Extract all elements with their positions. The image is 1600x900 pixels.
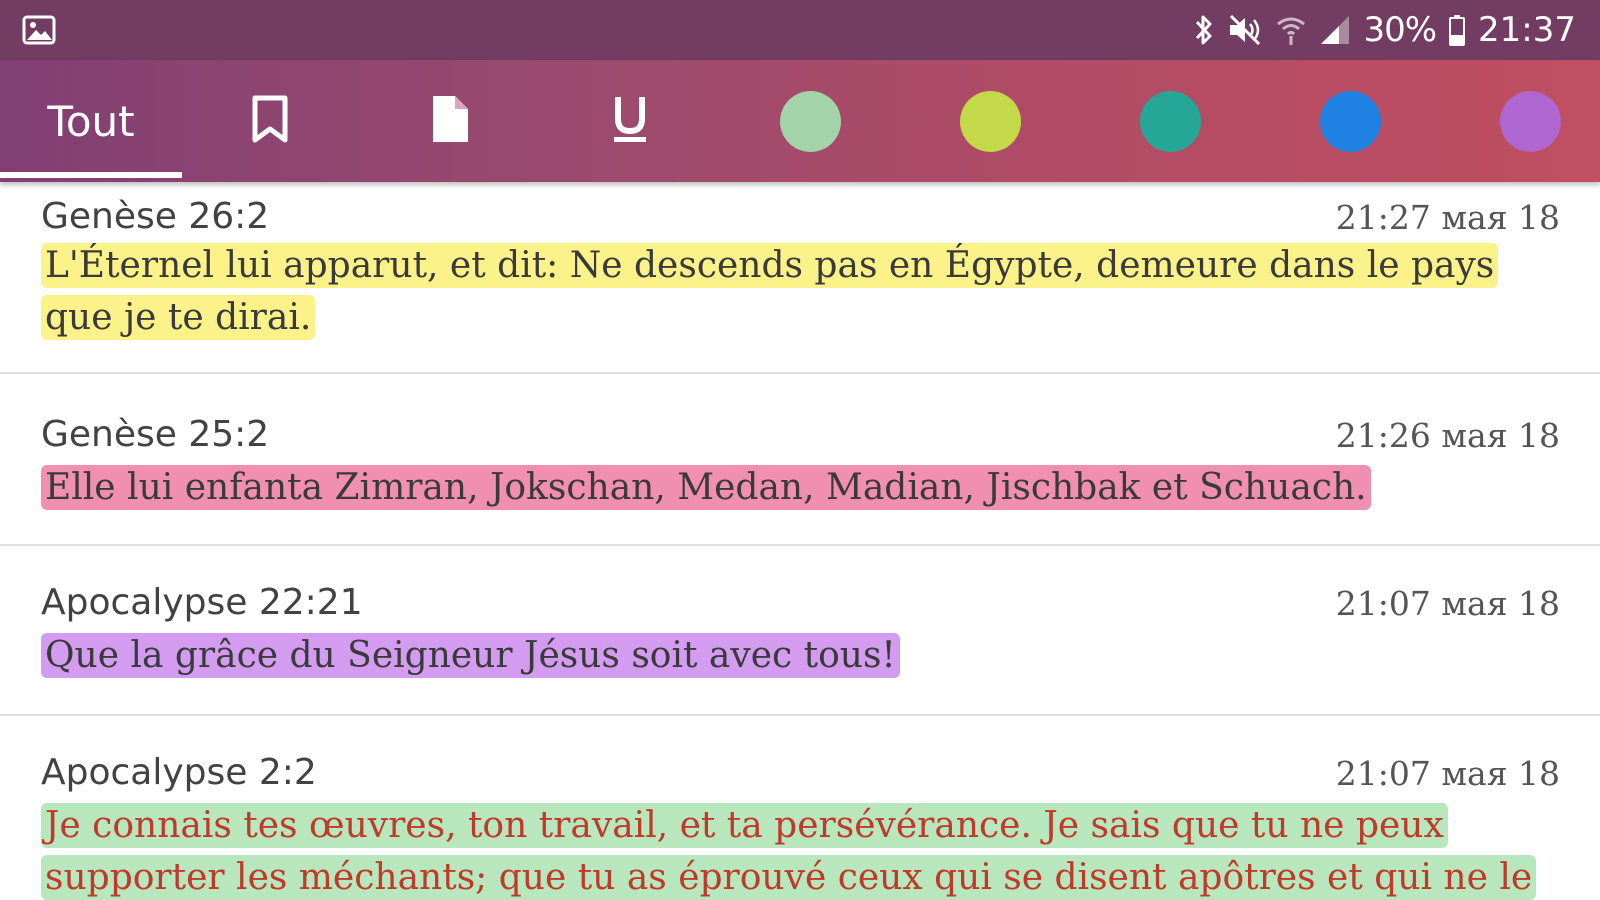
tab-bookmarks[interactable] (210, 60, 330, 182)
color-dot-blue (1319, 90, 1381, 152)
verse-highlight: Je connais tes œuvres, ton travail, et t… (41, 803, 1537, 900)
list-item[interactable]: Genèse 26:2 21:27 мая 18 L'Éternel lui a… (0, 182, 1600, 374)
verse-text: Je connais tes œuvres, ton travail, et t… (41, 800, 1561, 900)
verse-text: L'Éternel lui apparut, et dit: Ne descen… (41, 240, 1561, 344)
tab-color-3[interactable] (1110, 60, 1230, 182)
mute-icon (1227, 14, 1263, 46)
status-right: 30% 21:37 (1193, 10, 1576, 50)
list-item[interactable]: Apocalypse 22:21 21:07 мая 18 Que la grâ… (0, 546, 1600, 716)
tab-color-4[interactable] (1290, 60, 1410, 182)
verse-reference: Apocalypse 2:2 (41, 752, 317, 793)
verse-reference: Genèse 26:2 (41, 196, 270, 237)
item-date: 21:27 мая 18 (1335, 198, 1560, 237)
color-dot-lime (959, 90, 1021, 152)
bookmark-icon (251, 95, 289, 148)
list-item[interactable]: Apocalypse 2:2 21:07 мая 18 Je connais t… (0, 716, 1600, 900)
color-dot-teal (1139, 90, 1201, 152)
wifi-icon (1275, 14, 1307, 46)
tab-notes[interactable] (390, 60, 510, 182)
item-date: 21:07 мая 18 (1335, 754, 1560, 793)
color-dot-purple (1499, 90, 1561, 152)
item-date: 21:26 мая 18 (1335, 416, 1560, 455)
tab-color-5[interactable] (1470, 60, 1590, 182)
list-item[interactable]: Genèse 25:2 21:26 мая 18 Elle lui enfant… (0, 374, 1600, 546)
status-time: 21:37 (1478, 10, 1576, 50)
tab-all[interactable]: Tout (0, 60, 182, 182)
verse-text: Que la grâce du Seigneur Jésus soit avec… (41, 630, 1561, 682)
verse-highlight: Que la grâce du Seigneur Jésus soit avec… (41, 633, 900, 678)
status-left (22, 15, 56, 45)
battery-percent: 30% (1363, 10, 1437, 50)
battery-icon (1448, 14, 1466, 46)
tab-color-2[interactable] (930, 60, 1050, 182)
color-dot-light-green (779, 90, 841, 152)
tab-color-1[interactable] (750, 60, 870, 182)
status-bar: 30% 21:37 (0, 0, 1600, 60)
note-icon (429, 93, 471, 150)
tab-underlined[interactable] (570, 60, 690, 182)
tab-selected-indicator (0, 172, 182, 178)
filter-tab-bar: Tout (0, 60, 1600, 182)
verse-highlight: L'Éternel lui apparut, et dit: Ne descen… (41, 243, 1499, 340)
tab-all-label: Tout (47, 96, 135, 146)
gallery-icon (22, 15, 56, 45)
verse-reference: Apocalypse 22:21 (41, 582, 363, 623)
verse-text: Elle lui enfanta Zimran, Jokschan, Medan… (41, 462, 1561, 514)
signal-icon (1319, 14, 1351, 46)
highlights-list: Genèse 26:2 21:27 мая 18 L'Éternel lui a… (0, 182, 1600, 900)
bluetooth-icon (1193, 13, 1215, 47)
underline-icon (610, 93, 650, 150)
verse-highlight: Elle lui enfanta Zimran, Jokschan, Medan… (41, 465, 1371, 510)
item-date: 21:07 мая 18 (1335, 584, 1560, 623)
verse-reference: Genèse 25:2 (41, 414, 270, 455)
